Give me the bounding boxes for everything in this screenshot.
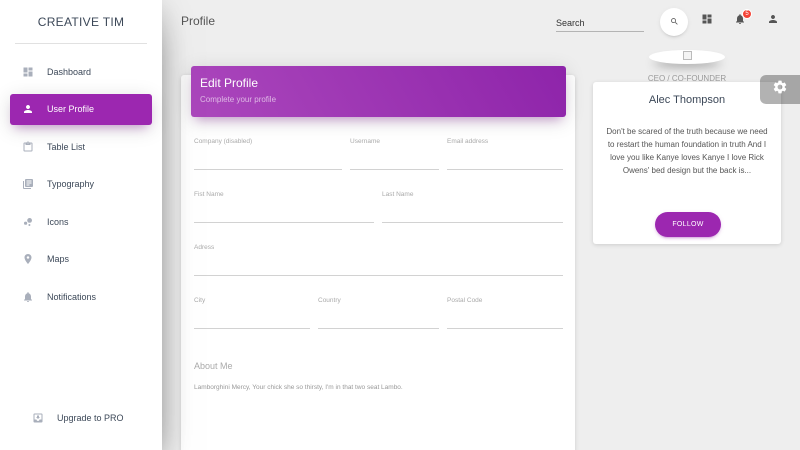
address-input[interactable] (194, 260, 563, 274)
account-button[interactable] (766, 14, 780, 28)
sidebar-item-dashboard[interactable]: Dashboard (10, 56, 152, 87)
page-title[interactable]: Profile (181, 14, 215, 28)
company-input (194, 154, 342, 168)
profile-name: Alec Thompson (648, 94, 726, 106)
field-underline (194, 275, 563, 276)
notification-badge: 5 (742, 9, 752, 19)
unarchive-icon (31, 411, 45, 425)
last-name-field: Last Name (382, 191, 563, 223)
first-name-label: Fist Name (194, 191, 224, 198)
sidebar-item-notifications[interactable]: Notifications (10, 281, 152, 312)
sidebar-item-maps[interactable]: Maps (10, 244, 152, 275)
sidebar-item-typography[interactable]: Typography (10, 169, 152, 200)
follow-button[interactable]: FOLLOW (655, 212, 721, 237)
first-name-field: Fist Name (194, 191, 374, 223)
search-input[interactable] (556, 12, 644, 32)
clipboard-icon (21, 140, 35, 154)
postal-code-field: Postal Code (447, 297, 563, 329)
company-label: Company (disabled) (194, 138, 253, 145)
broken-image-icon (682, 51, 692, 60)
field-underline (447, 328, 563, 329)
location-icon (21, 252, 35, 266)
card-subtitle: Complete your profile (200, 95, 277, 104)
sidebar-item-upgrade[interactable]: Upgrade to PRO (20, 403, 142, 434)
last-name-label: Last Name (382, 191, 414, 198)
sidebar-item-label: Icons (47, 216, 69, 227)
username-input[interactable] (350, 154, 439, 168)
topbar: Profile 5 (162, 0, 800, 44)
sidebar-item-label: Maps (47, 254, 70, 264)
avatar (649, 50, 725, 64)
country-field: Country (318, 297, 439, 329)
country-input[interactable] (318, 313, 439, 327)
card-title: Edit Profile (200, 76, 259, 90)
sidebar-item-label: User Profile (47, 104, 95, 114)
city-field: City (194, 297, 310, 329)
sidebar-item-user-profile[interactable]: User Profile (10, 93, 152, 125)
settings-button[interactable] (760, 75, 800, 104)
field-underline (350, 169, 439, 170)
username-label: Username (350, 138, 380, 145)
dashboard-icon (21, 65, 35, 79)
edit-profile-header: Edit Profile Complete your profile (191, 66, 566, 117)
dashboard-button[interactable] (700, 14, 714, 28)
username-field: Username (350, 138, 439, 170)
search-box (556, 12, 644, 32)
sidebar-item-icons[interactable]: Icons (10, 206, 152, 237)
profile-role: CEO / CO-FOUNDER (647, 74, 727, 83)
person-icon (21, 102, 35, 116)
sidebar: CREATIVE TIM Dashboard User Profile Tabl… (0, 0, 162, 450)
about-me-textarea[interactable]: Lamborghini Mercy, Your chick she so thi… (194, 384, 403, 391)
postal-code-label: Postal Code (447, 297, 483, 304)
sidebar-item-label: Dashboard (47, 66, 92, 77)
search-icon (670, 13, 679, 31)
sidebar-item-label: Table List (47, 141, 86, 152)
field-underline (194, 169, 342, 170)
bell-icon (21, 290, 35, 304)
field-underline (194, 222, 374, 223)
city-label: City (194, 297, 206, 304)
last-name-input[interactable] (382, 207, 563, 221)
person-icon (767, 12, 779, 30)
notifications-button[interactable]: 5 (733, 9, 752, 28)
sidebar-item-label: Typography (47, 179, 95, 189)
dashboard-icon (701, 12, 713, 30)
sidebar-item-table-list[interactable]: Table List (10, 131, 152, 162)
email-label: Email address (447, 138, 489, 145)
email-field: Email address (447, 138, 563, 170)
library-books-icon (21, 177, 35, 191)
sidebar-item-label: Notifications (47, 291, 97, 302)
gear-icon (772, 79, 788, 100)
first-name-input[interactable] (194, 207, 374, 221)
country-label: Country (318, 297, 341, 304)
about-me-label: About Me (194, 361, 233, 371)
postal-code-input[interactable] (447, 313, 563, 327)
email-input[interactable] (447, 154, 563, 168)
field-underline (382, 222, 563, 223)
field-underline (447, 169, 563, 170)
city-input[interactable] (194, 313, 310, 327)
field-underline (318, 328, 439, 329)
sidebar-nav: Dashboard User Profile Table List Typogr… (0, 56, 162, 312)
address-label: Adress (194, 244, 215, 251)
address-field: Adress (194, 244, 563, 276)
company-field: Company (disabled) (194, 138, 342, 170)
brand-logo[interactable]: CREATIVE TIM (15, 0, 147, 44)
bubble-chart-icon (21, 215, 35, 229)
field-underline (194, 328, 310, 329)
search-button[interactable] (660, 8, 688, 36)
profile-description: Don't be scared of the truth because we … (606, 127, 768, 175)
sidebar-item-label: Upgrade to PRO (57, 413, 124, 423)
